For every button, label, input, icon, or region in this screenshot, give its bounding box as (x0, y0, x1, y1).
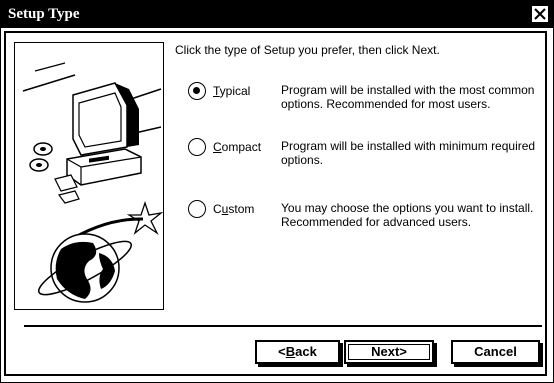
radio-selected-dot (193, 87, 200, 94)
radio-button[interactable] (188, 200, 206, 218)
back-button[interactable]: <Back (255, 340, 340, 364)
window-title: Setup Type (8, 6, 80, 22)
option-label-typical: Typical (213, 84, 251, 98)
cancel-button[interactable]: Cancel (451, 340, 540, 364)
next-button[interactable]: Next> (344, 340, 434, 364)
description-compact: Program will be installed with minimum r… (281, 139, 536, 167)
radio-button[interactable] (188, 138, 206, 156)
computer-globe-illustration (14, 42, 164, 310)
radio-button-selected[interactable] (188, 82, 206, 100)
option-label-custom: Custom (213, 202, 255, 216)
instruction-text: Click the type of Setup you prefer, then… (175, 43, 440, 57)
close-icon (534, 8, 546, 20)
custom-label-rest: stom (228, 202, 255, 216)
title-bar: Setup Type (1, 1, 553, 28)
option-label-compact: Compact (213, 140, 262, 154)
description-typical: Program will be installed with the most … (281, 83, 535, 111)
close-button[interactable] (531, 5, 549, 23)
separator (24, 325, 542, 327)
description-custom: You may choose the options you want to i… (281, 201, 534, 229)
